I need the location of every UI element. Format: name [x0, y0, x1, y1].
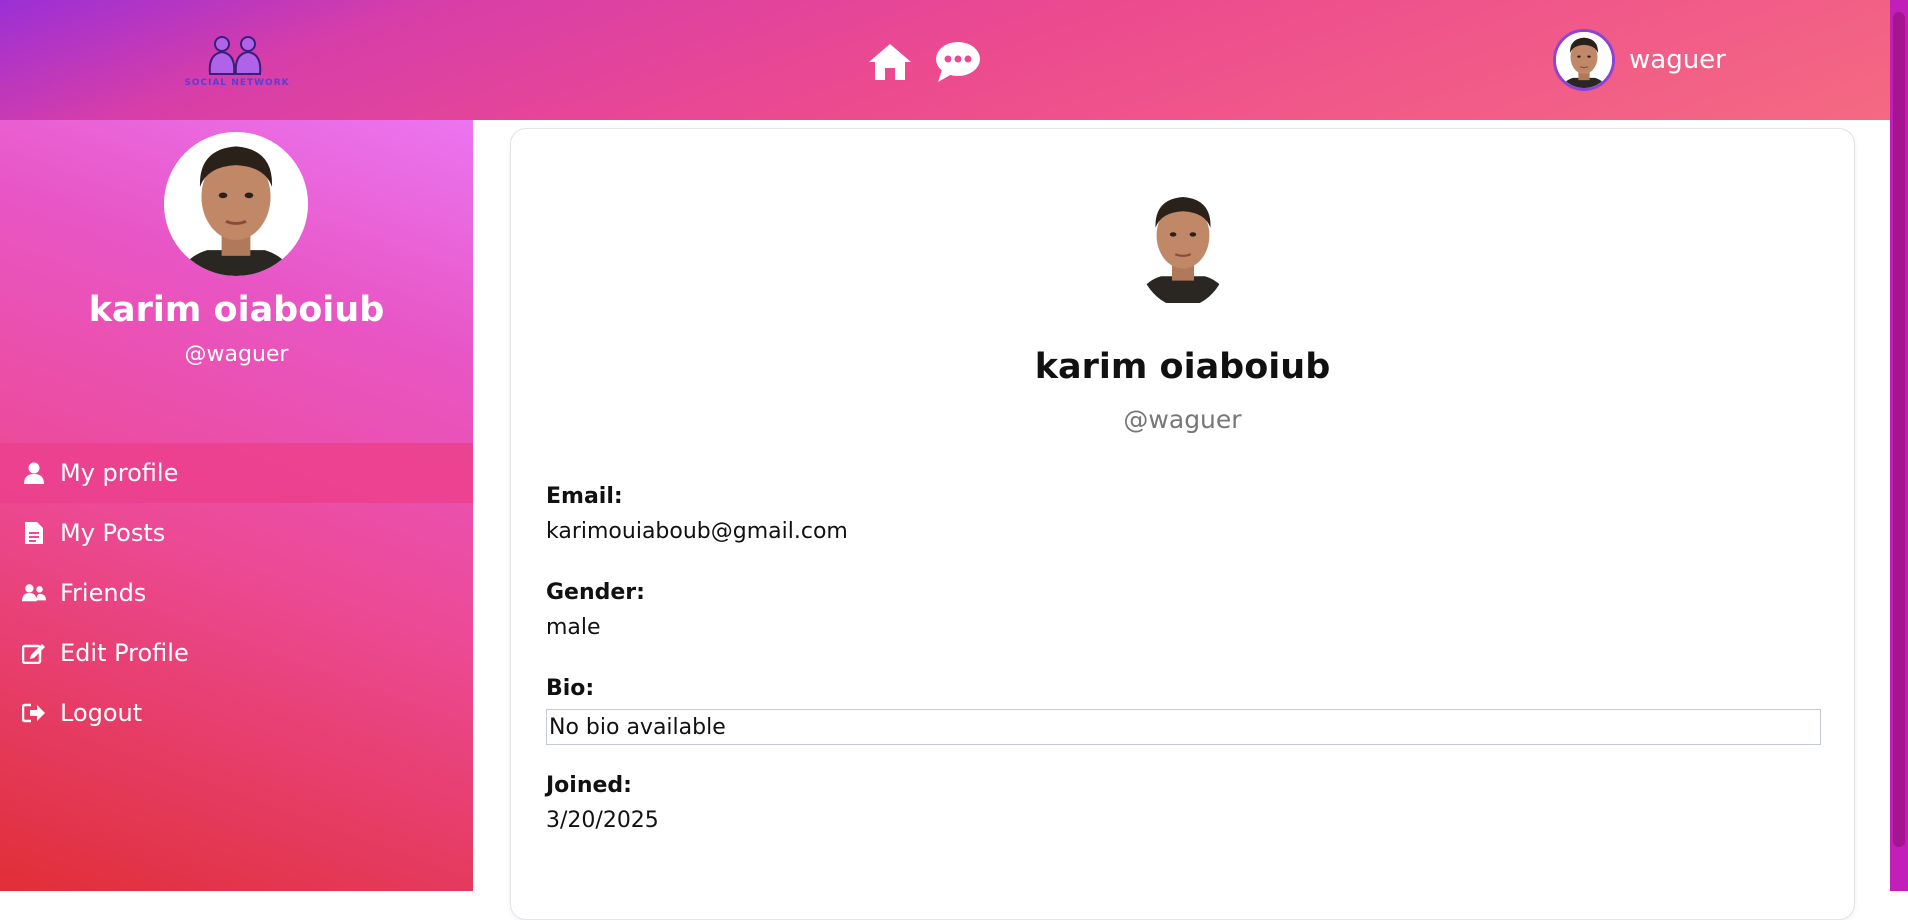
profile-handle: @waguer: [1123, 405, 1242, 434]
user-icon: [22, 461, 46, 485]
sidebar-item-label: Edit Profile: [60, 639, 189, 667]
email-field: Email: karimouiaboub@gmail.com: [546, 484, 1821, 544]
sidebar-full-name: karim oiaboiub: [88, 290, 385, 330]
sidebar-item-edit-profile[interactable]: Edit Profile: [0, 623, 473, 683]
user-menu[interactable]: waguer: [1553, 29, 1726, 91]
bio-value: No bio available: [546, 709, 1821, 745]
bio-label: Bio:: [546, 676, 595, 701]
sidebar-handle: @waguer: [184, 342, 289, 367]
sidebar-item-label: Logout: [60, 699, 143, 727]
sidebar-item-my-posts[interactable]: My Posts: [0, 503, 473, 563]
sidebar-item-my-profile[interactable]: My profile: [0, 443, 473, 503]
joined-label: Joined:: [546, 773, 632, 798]
gender-label: Gender:: [546, 580, 645, 605]
edit-icon: [22, 641, 46, 665]
sidebar: karim oiaboiub @waguer My profile My Pos…: [0, 120, 473, 891]
sidebar-item-logout[interactable]: Logout: [0, 683, 473, 743]
profile-photo: [1128, 179, 1238, 303]
app-logo[interactable]: SOCIAL NETWORK: [180, 34, 294, 90]
sidebar-avatar: [164, 132, 308, 276]
joined-field: Joined: 3/20/2025: [546, 773, 1821, 833]
gender-field: Gender: male: [546, 580, 1821, 640]
avatar: [1553, 29, 1615, 91]
email-value: karimouiaboub@gmail.com: [546, 519, 848, 544]
scrollbar-thumb[interactable]: [1893, 12, 1905, 847]
sidebar-item-label: My profile: [60, 459, 179, 487]
logo-people-icon: [208, 36, 262, 75]
logo-text: SOCIAL NETWORK: [184, 78, 290, 88]
profile-card: karim oiaboiub @waguer Email: karimouiab…: [510, 128, 1855, 920]
logout-icon: [22, 701, 46, 725]
email-label: Email:: [546, 484, 623, 509]
gender-value: male: [546, 615, 601, 640]
profile-full-name: karim oiaboiub: [1034, 347, 1331, 387]
sidebar-item-label: My Posts: [60, 519, 166, 547]
sidebar-item-label: Friends: [60, 579, 147, 607]
bio-field: Bio: No bio available: [546, 676, 1821, 745]
sidebar-menu: My profile My Posts Friends Edit Profile…: [0, 443, 473, 743]
sidebar-item-friends[interactable]: Friends: [0, 563, 473, 623]
document-icon: [22, 521, 46, 545]
top-navbar: SOCIAL NETWORK waguer: [0, 0, 1908, 120]
joined-value: 3/20/2025: [546, 808, 659, 833]
chat-icon[interactable]: [934, 38, 982, 86]
users-icon: [22, 581, 46, 605]
header-username: waguer: [1629, 45, 1726, 75]
home-icon[interactable]: [866, 38, 914, 86]
